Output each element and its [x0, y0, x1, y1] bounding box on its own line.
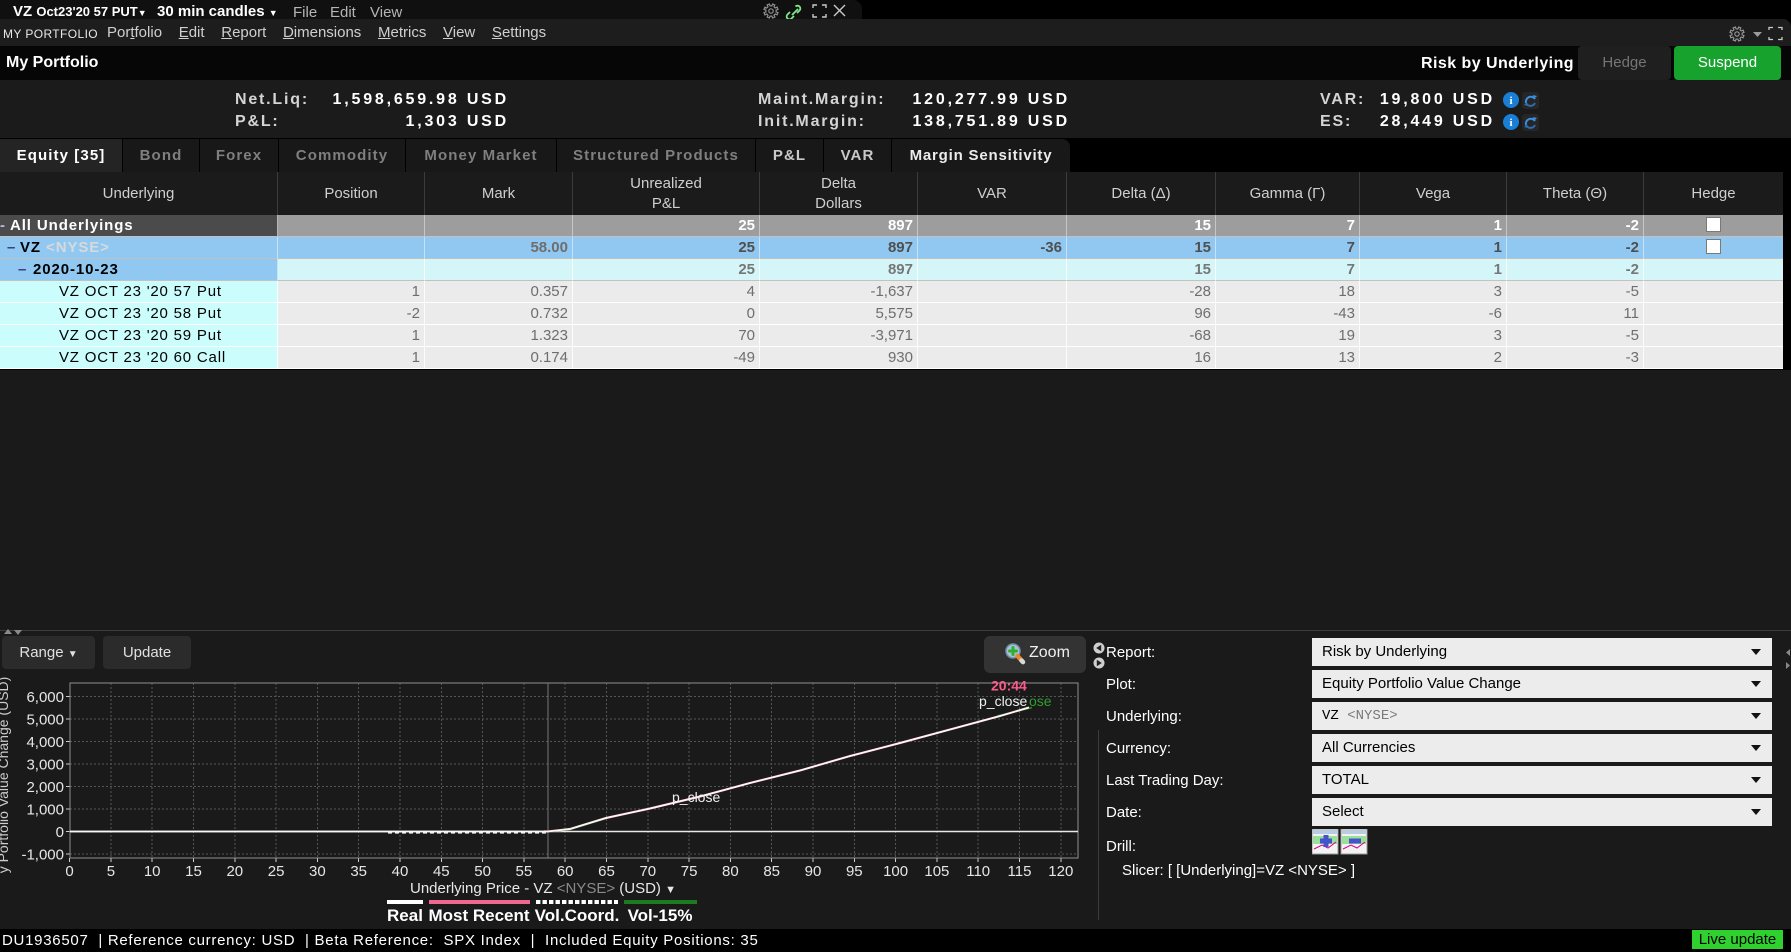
svg-text:6,000: 6,000 — [26, 689, 64, 706]
svg-text:25: 25 — [268, 863, 285, 880]
svg-text:120: 120 — [1048, 863, 1073, 880]
svg-text:45: 45 — [433, 863, 450, 880]
svg-text:p_close: p_close — [979, 693, 1027, 709]
svg-text:55: 55 — [516, 863, 533, 880]
svg-text:105: 105 — [924, 863, 949, 880]
svg-text:i: i — [1509, 117, 1512, 129]
svg-text:35: 35 — [350, 863, 367, 880]
svg-text:100: 100 — [883, 863, 908, 880]
svg-text:20:44: 20:44 — [991, 678, 1027, 694]
svg-text:i: i — [1509, 95, 1512, 107]
svg-text:4,000: 4,000 — [26, 734, 64, 751]
svg-text:60: 60 — [557, 863, 574, 880]
svg-text:Most Recent: Most Recent — [428, 906, 529, 925]
svg-text:y Portfolio Value Change (USD): y Portfolio Value Change (USD) — [0, 677, 11, 874]
svg-text:ose: ose — [1029, 693, 1052, 709]
svg-text:p_close: p_close — [672, 789, 720, 805]
svg-text:0: 0 — [56, 824, 64, 841]
svg-text:30: 30 — [309, 863, 326, 880]
svg-text:80: 80 — [722, 863, 739, 880]
svg-text:40: 40 — [392, 863, 409, 880]
svg-text:50: 50 — [474, 863, 491, 880]
svg-text:95: 95 — [846, 863, 863, 880]
svg-text:90: 90 — [805, 863, 822, 880]
svg-text:Underlying Price - VZ <NYSE>: Underlying Price - VZ <NYSE> (USD) ▼ — [410, 880, 676, 897]
svg-text:Real: Real — [387, 906, 423, 925]
svg-text:110: 110 — [966, 863, 990, 880]
svg-text:5: 5 — [107, 863, 115, 880]
svg-text:15: 15 — [185, 863, 202, 880]
svg-text:Vol-15%: Vol-15% — [628, 906, 693, 925]
svg-text:0: 0 — [65, 863, 73, 880]
svg-text:1,000: 1,000 — [26, 802, 64, 819]
svg-text:3,000: 3,000 — [26, 757, 64, 774]
svg-text:115: 115 — [1008, 863, 1032, 880]
svg-text:70: 70 — [639, 863, 656, 880]
svg-text:-1,000: -1,000 — [21, 847, 64, 864]
svg-text:75: 75 — [681, 863, 698, 880]
svg-text:2,000: 2,000 — [26, 779, 64, 796]
svg-text:5,000: 5,000 — [26, 712, 64, 729]
svg-text:10: 10 — [144, 863, 161, 880]
svg-text:20: 20 — [226, 863, 243, 880]
svg-text:85: 85 — [763, 863, 780, 880]
svg-text:65: 65 — [598, 863, 615, 880]
svg-text:Vol.Coord.: Vol.Coord. — [535, 906, 620, 925]
